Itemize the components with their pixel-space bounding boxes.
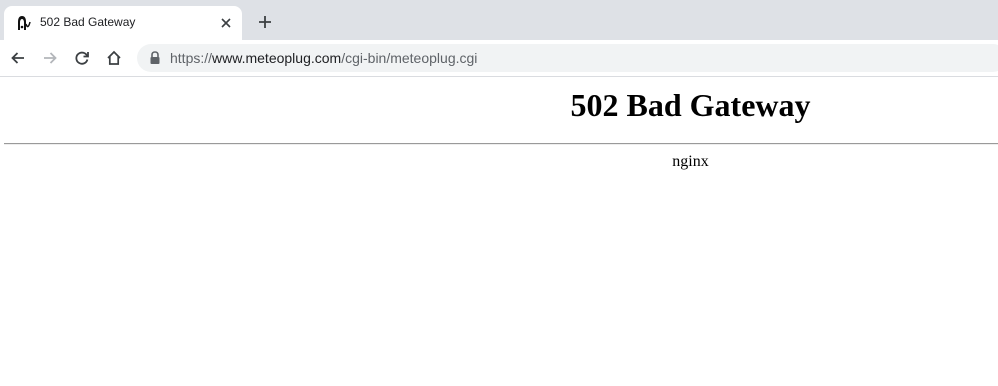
arrow-right-icon[interactable] <box>40 48 60 68</box>
url-path: /cgi-bin/meteoplug.cgi <box>341 50 478 66</box>
plus-icon[interactable] <box>256 13 274 31</box>
divider <box>4 143 998 145</box>
home-icon[interactable] <box>104 48 124 68</box>
close-icon[interactable] <box>218 15 234 31</box>
tab-active[interactable]: 502 Bad Gateway <box>4 6 242 40</box>
meteoplug-icon <box>15 14 33 32</box>
page-content: 502 Bad Gateway nginx <box>0 77 998 386</box>
tab-strip: 502 Bad Gateway <box>0 0 998 40</box>
url-text[interactable]: https://www.meteoplug.com/cgi-bin/meteop… <box>170 50 477 66</box>
server-name: nginx <box>672 153 709 170</box>
arrow-left-icon[interactable] <box>8 48 28 68</box>
address-bar[interactable]: https://www.meteoplug.com/cgi-bin/meteop… <box>137 44 998 72</box>
tab-title: 502 Bad Gateway <box>40 15 136 29</box>
reload-icon[interactable] <box>72 48 92 68</box>
error-heading: 502 Bad Gateway <box>570 87 811 123</box>
browser-toolbar: https://www.meteoplug.com/cgi-bin/meteop… <box>0 40 998 77</box>
url-host: www.meteoplug.com <box>212 50 342 66</box>
lock-icon[interactable] <box>149 51 161 65</box>
url-scheme: https:// <box>170 50 213 66</box>
